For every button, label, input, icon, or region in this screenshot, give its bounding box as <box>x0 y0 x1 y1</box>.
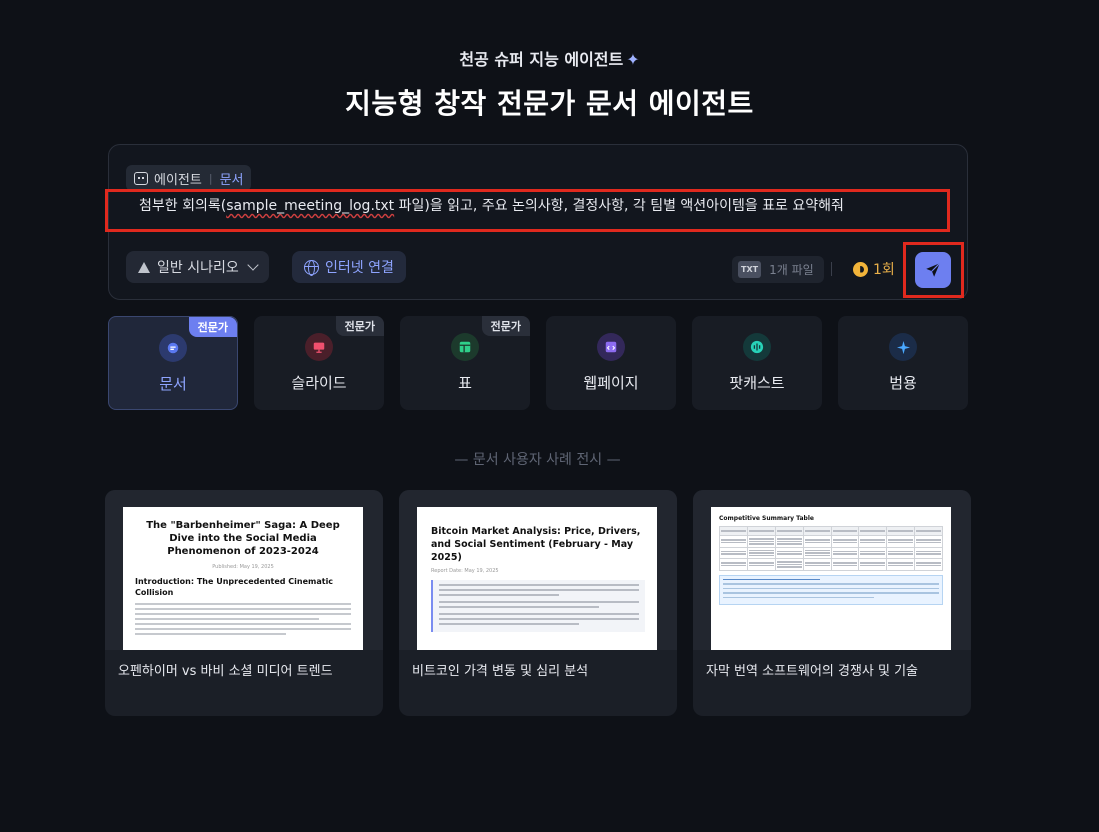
chip-separator: | <box>208 171 213 185</box>
expert-badge: 전문가 <box>481 316 530 336</box>
prompt-text-after: 파일)을 읽고, 주요 논의사항, 결정사항, 각 팀별 액션아이템을 표로 요… <box>394 198 844 214</box>
prompt-composer: 에이전트 | 문서 첨부한 회의록(sample_meeting_log.txt… <box>105 144 968 300</box>
sparkle-icon: ✦ <box>626 50 640 69</box>
globe-icon <box>304 259 319 276</box>
showcase-thumbnail: The "Barbenheimer" Saga: A Deep Dive int… <box>105 490 383 650</box>
page-subtitle: 천공 슈퍼 지능 에이전트 ✦ <box>0 46 1099 70</box>
page-subtitle-text: 천공 슈퍼 지능 에이전트 <box>459 50 624 69</box>
showcase-thumbnail: Competitive Summary Table <box>693 490 971 650</box>
document-icon <box>159 334 187 362</box>
agent-tile-label: 웹페이지 <box>583 374 639 392</box>
internet-toggle-button[interactable]: 인터넷 연결 <box>292 251 406 283</box>
showcase-caption: 오펜하이머 vs 바비 소셜 미디어 트렌드 <box>118 664 333 679</box>
internet-label: 인터넷 연결 <box>325 260 394 276</box>
preview-note <box>719 574 943 605</box>
credit-count: 1회 <box>873 262 895 278</box>
showcase-thumbnail: Bitcoin Market Analysis: Price, Drivers,… <box>399 490 677 650</box>
paper-plane-icon <box>926 262 941 277</box>
document-preview: Competitive Summary Table <box>711 507 951 650</box>
preview-date: Report Date: May 19, 2025 <box>431 568 499 574</box>
agent-label: 에이전트 <box>154 172 202 188</box>
send-highlight-box <box>903 242 964 298</box>
preview-title: Bitcoin Market Analysis: Price, Drivers,… <box>431 526 641 563</box>
preview-callout <box>431 580 645 632</box>
robot-icon <box>134 171 148 185</box>
send-button[interactable] <box>915 252 951 288</box>
toolbar-divider <box>831 262 832 276</box>
scenario-dropdown[interactable]: 일반 시나리오 <box>126 251 269 283</box>
sparkle-icon <box>889 333 917 361</box>
agent-tile-label: 팟캐스트 <box>729 374 785 392</box>
podcast-icon <box>743 333 771 361</box>
document-preview: The "Barbenheimer" Saga: A Deep Dive int… <box>123 507 363 650</box>
agent-tile-slides[interactable]: 전문가 슬라이드 <box>254 316 384 410</box>
showcase-card[interactable]: The "Barbenheimer" Saga: A Deep Dive int… <box>105 490 383 716</box>
table-icon <box>451 333 479 361</box>
document-preview: Bitcoin Market Analysis: Price, Drivers,… <box>417 507 657 650</box>
preview-date: Published: May 19, 2025 <box>212 564 274 570</box>
chevron-down-icon <box>247 259 259 271</box>
expert-badge: 전문가 <box>335 316 384 336</box>
scenario-label: 일반 시나리오 <box>157 260 239 276</box>
prompt-input[interactable]: 첨부한 회의록(sample_meeting_log.txt 파일)을 읽고, … <box>139 195 844 215</box>
page-title: 지능형 창작 전문가 문서 에이전트 <box>345 87 754 120</box>
prompt-text-before: 첨부한 회의록( <box>139 198 227 214</box>
txt-file-icon: TXT <box>738 261 762 278</box>
showcase-card[interactable]: Bitcoin Market Analysis: Price, Drivers,… <box>399 490 677 716</box>
agent-tile-label: 문서 <box>159 375 187 393</box>
slide-icon <box>305 333 333 361</box>
agent-tile-table[interactable]: 전문가 표 <box>400 316 530 410</box>
agent-tile-label: 범용 <box>889 374 917 392</box>
preview-heading: Introduction: The Unprecedented Cinemati… <box>135 577 334 597</box>
showcase-caption: 자막 번역 소프트웨어의 경쟁사 및 기술 <box>706 664 919 679</box>
expert-badge: 전문가 <box>188 317 237 337</box>
preview-title: Competitive Summary Table <box>719 515 814 522</box>
agent-tile-webpage[interactable]: 웹페이지 <box>546 316 676 410</box>
prompt-file-name: sample_meeting_log.txt <box>226 198 395 214</box>
triangle-icon <box>138 261 150 273</box>
coin-icon <box>853 261 868 277</box>
agent-tile-podcast[interactable]: 팟캐스트 <box>692 316 822 410</box>
agent-tile-document[interactable]: 전문가 문서 <box>108 316 238 410</box>
agent-type-chip[interactable]: 에이전트 | 문서 <box>126 165 252 191</box>
preview-body-lines <box>135 603 351 635</box>
agent-type-label: 문서 <box>219 172 244 188</box>
preview-table <box>719 526 943 571</box>
agent-tile-label: 표 <box>458 374 472 392</box>
agent-tile-general[interactable]: 범용 <box>838 316 968 410</box>
showcase-heading: — 문서 사용자 사례 전시 — <box>454 452 621 468</box>
preview-title: The "Barbenheimer" Saga: A Deep Dive int… <box>146 520 340 557</box>
showcase-card[interactable]: Competitive Summary Table 자막 번역 소프트웨어의 경… <box>693 490 971 716</box>
agent-tile-label: 슬라이드 <box>291 374 347 392</box>
showcase-caption: 비트코인 가격 변동 및 심리 분석 <box>412 664 589 679</box>
file-count: 1개 파일 <box>769 263 814 277</box>
attached-file-chip[interactable]: TXT 1개 파일 <box>732 256 824 283</box>
webpage-icon <box>597 333 625 361</box>
credit-counter: 1회 <box>853 259 895 279</box>
